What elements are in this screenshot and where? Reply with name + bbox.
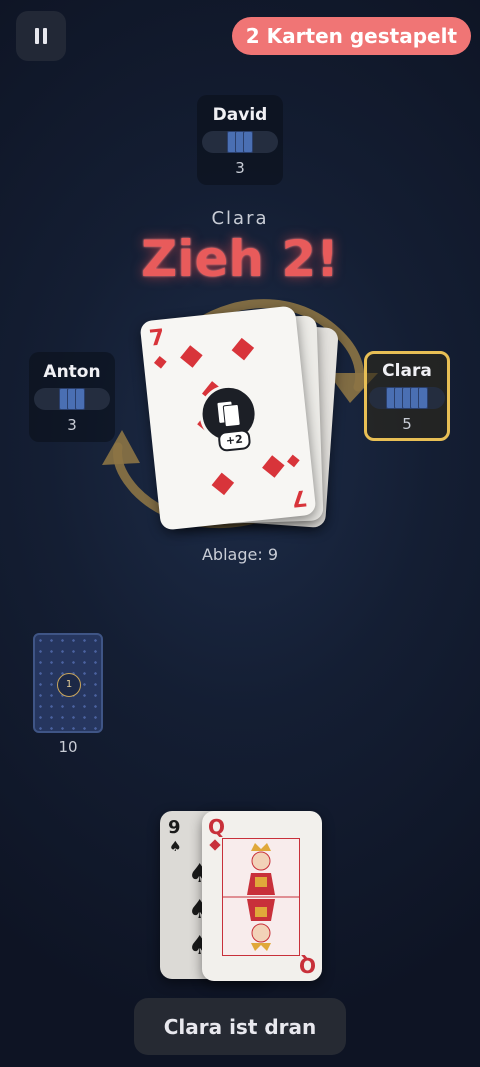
card-rank: 7 — [290, 484, 308, 511]
diamond-suit-icon — [209, 839, 221, 851]
card-rank: Q — [208, 815, 226, 839]
card-rank: 9 — [168, 817, 181, 838]
card-rank: 7 — [148, 325, 166, 352]
diamond-suit-icon — [153, 355, 167, 369]
discard-top-card[interactable]: 7 7 +2 — [139, 305, 317, 531]
opponent-card-count: 3 — [67, 416, 77, 434]
card-rank: Q — [298, 953, 316, 977]
diamond-suit-icon — [262, 455, 285, 478]
opponent-panel-david: David 3 — [197, 95, 283, 185]
opponent-name: Clara — [382, 361, 432, 381]
opponent-name: Anton — [43, 362, 101, 382]
caller-name: Clara — [211, 208, 269, 229]
opponent-hand — [369, 387, 445, 409]
opponent-panel-clara: Clara 5 — [364, 351, 450, 441]
draw-pile-count: 10 — [58, 738, 78, 756]
discard-count: Ablage: 9 — [201, 545, 278, 564]
opponent-panel-anton: Anton 3 — [29, 352, 115, 442]
spade-suit-icon: ♠ — [169, 839, 182, 855]
queen-court-illustration — [222, 838, 300, 956]
diamond-suit-icon — [211, 472, 235, 496]
opponent-hand — [34, 388, 110, 410]
pause-icon — [33, 28, 49, 44]
stacked-cards-badge: 2 Karten gestapelt — [231, 17, 471, 55]
opponent-card-count: 5 — [402, 415, 412, 433]
turn-indicator: Clara ist dran — [134, 998, 346, 1055]
opponent-card-count: 3 — [235, 159, 245, 177]
diamond-suit-icon — [180, 345, 203, 368]
draw-two-badge: +2 — [217, 428, 252, 453]
diamond-suit-icon — [231, 337, 255, 361]
diamond-suit-icon — [287, 454, 300, 468]
card-back-emblem: 1 — [57, 673, 81, 697]
draw-pile[interactable]: 1 — [33, 633, 103, 733]
pause-button[interactable] — [16, 11, 66, 61]
opponent-hand — [202, 131, 278, 153]
hand-card-queen-diamonds[interactable]: Q Q — [202, 811, 322, 981]
draw-two-shout: Zieh 2! — [141, 230, 339, 288]
opponent-name: David — [212, 105, 268, 125]
